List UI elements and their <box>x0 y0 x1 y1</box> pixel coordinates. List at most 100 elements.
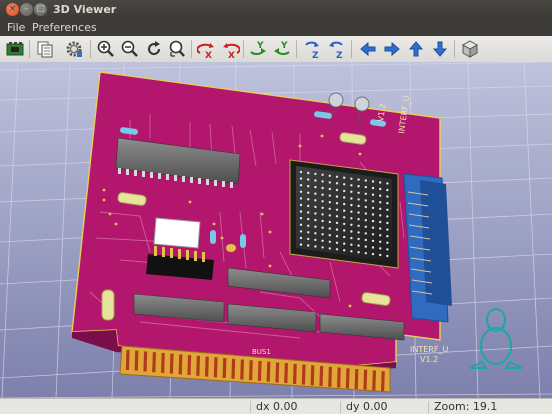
3d-viewer-window: × – □ 3D Viewer File Preferences X X Y Y… <box>0 0 552 414</box>
axis-y-label: Y <box>280 41 288 51</box>
bga-ball <box>335 228 339 231</box>
menu-preferences[interactable]: Preferences <box>32 21 97 34</box>
bga-ball <box>328 227 331 230</box>
bga-ball <box>299 217 303 220</box>
toolbar-separator <box>243 40 244 58</box>
ic-bga[interactable] <box>289 159 399 269</box>
bga-ball <box>335 202 339 205</box>
bga-ball <box>328 220 331 224</box>
bga-ball <box>364 232 367 235</box>
rotate-x-ccw-icon: X <box>223 43 240 59</box>
rotate-x-ccw-button[interactable]: X <box>220 39 240 59</box>
bga-ball <box>299 170 303 174</box>
gold-finger <box>345 368 350 389</box>
bga-ball <box>343 189 346 193</box>
bga-ball <box>350 230 353 233</box>
bga-ball <box>314 245 317 248</box>
bga-ball <box>328 247 331 250</box>
bga-ball <box>371 239 375 243</box>
rotate-x-cw-button[interactable]: X <box>197 39 217 59</box>
bga-ball <box>321 206 324 209</box>
bga-ball <box>343 229 346 232</box>
bga-ball <box>379 247 382 250</box>
copy-to-clipboard-icon <box>37 41 53 58</box>
bga-ball <box>350 184 353 187</box>
bga-ball <box>314 205 317 209</box>
bga-ball <box>350 197 353 200</box>
bga-ball <box>379 207 382 210</box>
bga-ball <box>299 197 303 200</box>
move-left-button[interactable] <box>358 39 378 59</box>
copy-to-clipboard-button[interactable] <box>35 39 55 59</box>
bga-ball <box>314 232 317 235</box>
gold-finger <box>363 369 368 390</box>
rotate-z-cw-button[interactable]: Z <box>302 39 322 59</box>
gold-finger <box>240 359 244 380</box>
rotate-z-ccw-icon: Z <box>329 41 343 59</box>
bga-ball <box>335 188 339 192</box>
zoom-auto-button[interactable] <box>167 39 187 59</box>
bga-ball <box>350 223 353 226</box>
bga-ball <box>371 193 375 196</box>
bga-ball <box>328 187 331 191</box>
bga-ball <box>357 244 360 247</box>
bga-ball <box>386 202 389 205</box>
rotate-y-cw-button[interactable]: Y <box>248 39 268 59</box>
gold-finger <box>143 351 148 372</box>
bga-ball <box>307 217 310 221</box>
zoom-in-button[interactable] <box>96 39 116 59</box>
bga-ball <box>350 203 353 207</box>
reload-board-icon <box>6 42 24 56</box>
bga-ball <box>328 234 331 237</box>
bga-ball <box>371 226 375 229</box>
gold-finger <box>381 371 385 392</box>
bga-ball <box>379 240 382 243</box>
move-down-button[interactable] <box>430 39 450 59</box>
bga-ball <box>328 240 331 243</box>
bga-ball <box>371 206 375 210</box>
bga-ball <box>314 185 317 189</box>
settings-button[interactable] <box>64 39 84 59</box>
bga-ball <box>364 199 367 202</box>
minimize-window-button[interactable]: – <box>20 3 33 16</box>
status-divider <box>428 401 429 413</box>
close-window-button[interactable]: × <box>6 3 19 16</box>
ortho-view-button[interactable] <box>460 39 480 59</box>
bga-ball <box>335 221 339 225</box>
bga-ball <box>321 193 324 196</box>
bga-ball <box>364 219 367 222</box>
bga-ball <box>299 236 303 240</box>
axis-x-label: X <box>205 51 212 59</box>
bga-ball <box>350 190 353 193</box>
bga-ball <box>328 181 331 184</box>
redraw-button[interactable] <box>144 39 164 59</box>
connector-db[interactable] <box>403 173 452 323</box>
zoom-auto-icon <box>169 40 185 57</box>
gold-finger <box>319 366 324 387</box>
bga-ball <box>335 241 339 244</box>
rotate-y-ccw-button[interactable]: Y <box>272 39 292 59</box>
move-up-button[interactable] <box>406 39 426 59</box>
bga-ball <box>321 239 324 242</box>
gold-finger <box>169 353 174 374</box>
move-right-button[interactable] <box>382 39 402 59</box>
zoom-out-button[interactable] <box>120 39 140 59</box>
bga-ball <box>364 212 367 215</box>
3d-viewport[interactable]: INTERF_U V1.2 INTERF_U V1.2 BUS1 <box>0 62 552 398</box>
gold-finger <box>134 350 139 371</box>
bga-ball <box>350 177 353 180</box>
bga-ball <box>307 224 310 227</box>
menu-file[interactable]: File <box>7 21 25 34</box>
3d-scene: INTERF_U V1.2 INTERF_U V1.2 BUS1 <box>0 62 552 398</box>
bga-ball <box>343 249 346 252</box>
maximize-window-button[interactable]: □ <box>34 3 47 16</box>
reload-board-button[interactable] <box>5 39 25 59</box>
gold-finger <box>310 365 315 386</box>
bga-ball <box>350 217 353 220</box>
bga-ball <box>335 208 339 211</box>
rotate-z-ccw-button[interactable]: Z <box>326 39 346 59</box>
gold-finger <box>196 355 200 376</box>
gold-finger <box>301 364 306 385</box>
bga-ball <box>379 253 382 257</box>
status-divider <box>250 401 251 413</box>
